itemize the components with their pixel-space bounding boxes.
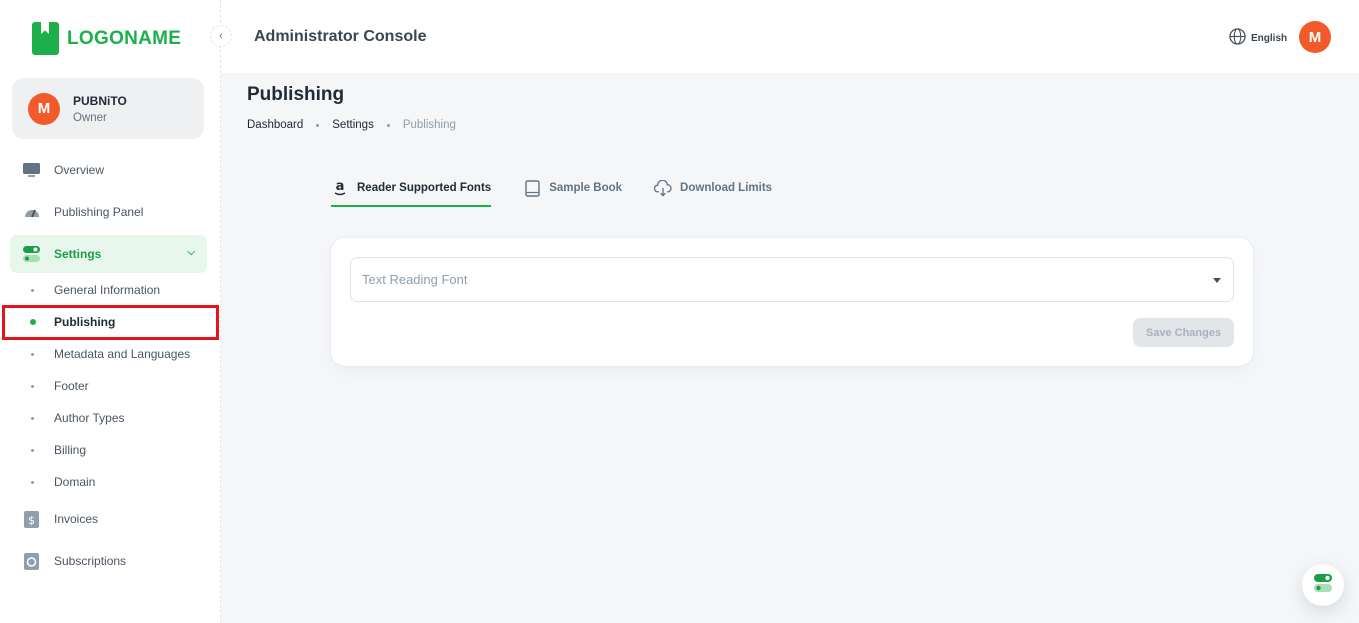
logo-text: LOGONAME	[67, 27, 182, 49]
sidebar-item-label: Overview	[54, 163, 105, 177]
toggle-icon	[1314, 573, 1332, 597]
logo[interactable]: LOGONAME	[32, 22, 181, 55]
sidebar-item-publishing-panel[interactable]: Publishing Panel	[10, 193, 207, 231]
account-role: Owner	[73, 111, 107, 124]
collapse-sidebar-button[interactable]: ‹	[210, 25, 232, 47]
settings-tabs: a Reader Supported Fonts Sample Book Dow…	[331, 170, 772, 207]
sidebar: LOGONAME M PUBNiTO Owner Overview Publis…	[0, 0, 221, 623]
chevron-left-icon: ‹	[219, 30, 223, 42]
page-title: Publishing	[247, 84, 345, 105]
sidebar-subitem-label: General Information	[54, 283, 161, 297]
cloud-download-icon	[654, 179, 672, 197]
tab-label: Download Limits	[680, 182, 773, 194]
breadcrumb-separator	[386, 123, 390, 127]
globe-icon	[1229, 28, 1246, 48]
fonts-card: Text Reading Font Save Changes	[331, 238, 1253, 366]
sidebar-subitem-label: Billing	[54, 443, 87, 457]
bullet-icon	[31, 449, 34, 452]
sidebar-subitem-label: Footer	[54, 379, 89, 393]
account-card[interactable]: M PUBNiTO Owner	[12, 78, 204, 139]
dollar-document-icon: $	[23, 510, 40, 528]
gauge-icon	[23, 204, 40, 221]
breadcrumb-dashboard[interactable]: Dashboard	[247, 119, 303, 131]
sidebar-item-label: Publishing Panel	[54, 205, 144, 219]
language-selector[interactable]: English	[1229, 28, 1287, 48]
svg-text:a: a	[336, 180, 345, 194]
bullet-icon	[31, 353, 34, 356]
tab-label: Reader Supported Fonts	[357, 182, 492, 194]
tab-download-limits[interactable]: Download Limits	[654, 170, 772, 206]
chevron-down-icon: ⌵	[187, 247, 195, 258]
sidebar-item-subscriptions[interactable]: Subscriptions	[10, 542, 207, 580]
tab-label: Sample Book	[549, 182, 623, 194]
breadcrumb-settings[interactable]: Settings	[332, 119, 374, 131]
breadcrumb: Dashboard Settings Publishing	[247, 119, 456, 131]
amazon-icon: a	[331, 179, 349, 197]
sidebar-subitem-label: Publishing	[54, 315, 116, 329]
sidebar-subitem-general-information[interactable]: General Information	[0, 275, 221, 305]
sidebar-item-label: Subscriptions	[54, 554, 127, 568]
sidebar-subitem-label: Domain	[54, 475, 96, 489]
book-logo-icon	[32, 22, 59, 55]
sidebar-item-overview[interactable]: Overview	[10, 151, 207, 189]
sidebar-subitem-billing[interactable]: Billing	[0, 435, 221, 465]
account-name: PUBNiTO	[73, 93, 127, 108]
sidebar-item-settings[interactable]: Settings ⌵	[10, 235, 207, 273]
save-changes-button[interactable]: Save Changes	[1133, 318, 1234, 347]
top-header: Administrator Console English M	[221, 0, 1359, 73]
settings-fab-button[interactable]	[1302, 564, 1344, 606]
sidebar-subitem-domain[interactable]: Domain	[0, 467, 221, 497]
sidebar-subitem-label: Author Types	[54, 411, 125, 425]
bullet-icon	[30, 319, 36, 325]
tab-sample-book[interactable]: Sample Book	[523, 170, 622, 206]
subscription-icon	[23, 552, 40, 570]
bullet-icon	[31, 481, 34, 484]
user-avatar[interactable]: M	[1299, 21, 1331, 53]
sidebar-subitem-label: Metadata and Languages	[54, 347, 191, 361]
bullet-icon	[31, 385, 34, 388]
bullet-icon	[31, 289, 34, 292]
sidebar-subitem-author-types[interactable]: Author Types	[0, 403, 221, 433]
sidebar-item-label: Settings	[54, 247, 102, 261]
sidebar-subitem-footer[interactable]: Footer	[0, 371, 221, 401]
language-label: English	[1251, 32, 1288, 44]
avatar: M	[28, 92, 60, 125]
breadcrumb-separator	[316, 123, 320, 127]
sidebar-item-invoices[interactable]: $ Invoices	[10, 500, 207, 538]
breadcrumb-current: Publishing	[402, 119, 456, 131]
caret-down-icon	[1213, 278, 1221, 283]
header-title: Administrator Console	[254, 28, 427, 45]
sidebar-subitem-metadata-languages[interactable]: Metadata and Languages	[0, 339, 221, 369]
monitor-icon	[23, 162, 40, 179]
select-placeholder: Text Reading Font	[362, 272, 468, 287]
text-reading-font-select[interactable]: Text Reading Font	[350, 257, 1234, 302]
toggle-icon	[23, 246, 40, 263]
svg-text:$: $	[28, 514, 35, 527]
book-icon	[523, 179, 541, 197]
sidebar-subitem-publishing[interactable]: Publishing	[0, 307, 221, 337]
sidebar-item-label: Invoices	[54, 512, 99, 526]
bullet-icon	[31, 417, 34, 420]
tab-reader-supported-fonts[interactable]: a Reader Supported Fonts	[331, 170, 492, 207]
